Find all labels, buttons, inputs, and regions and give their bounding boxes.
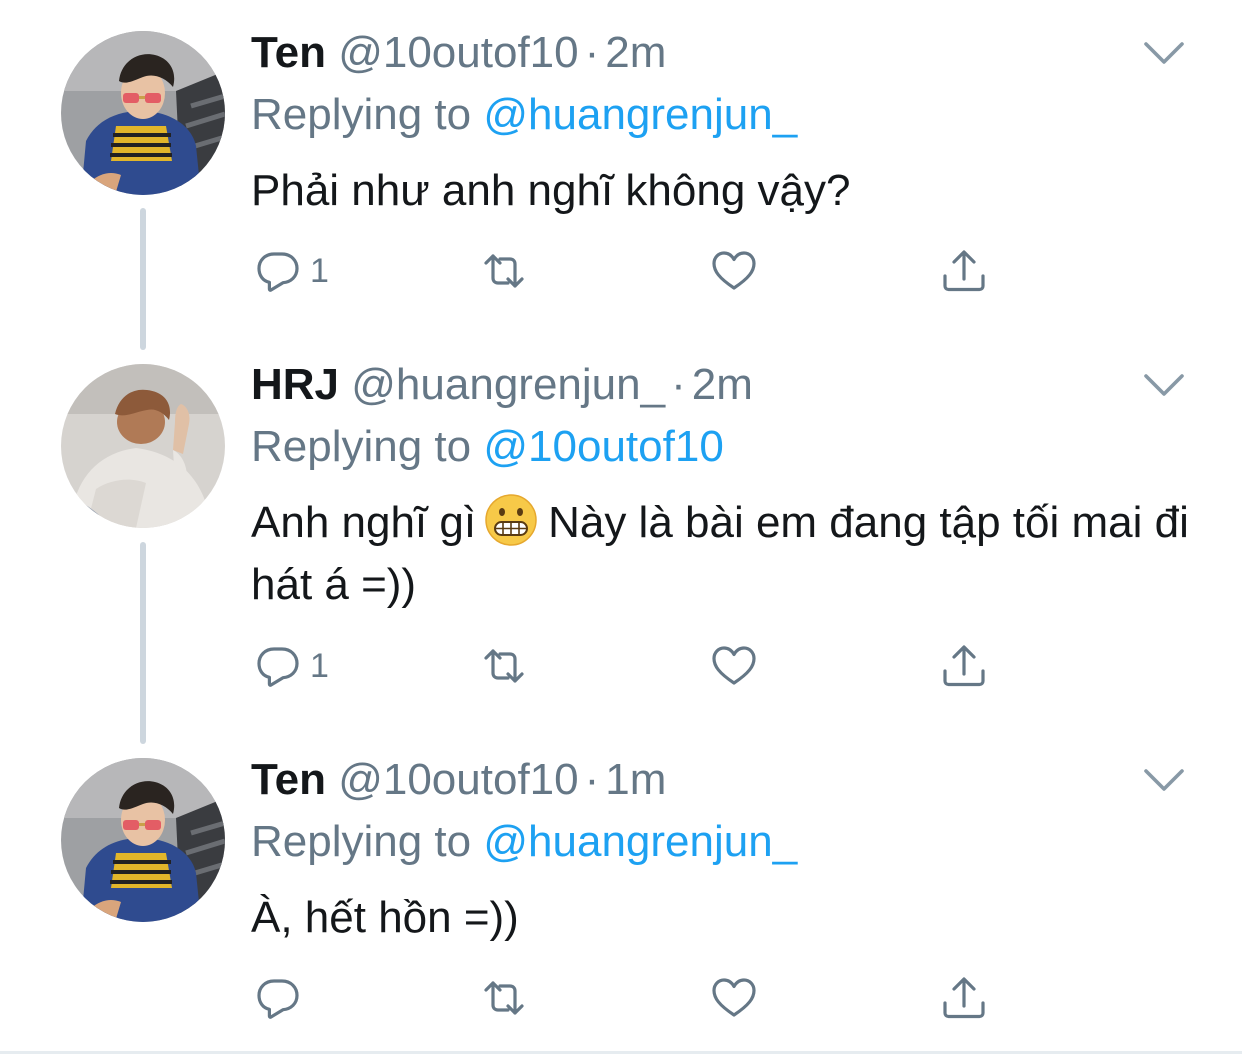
tweet-text: À, hết hồn =)) — [251, 893, 519, 942]
replying-to: Replying to @10outof10 — [251, 421, 724, 473]
user-handle[interactable]: @10outof10 — [338, 755, 578, 804]
mention-link[interactable]: @huangrenjun_ — [483, 817, 797, 866]
replying-to-label: Replying to — [251, 422, 472, 471]
separator-dot: · — [584, 28, 600, 77]
tweet-header: HRJ @huangrenjun_ · 2m — [251, 359, 753, 411]
timestamp[interactable]: 2m — [605, 28, 666, 77]
separator-dot: · — [671, 360, 686, 409]
share-button[interactable] — [940, 641, 988, 691]
tweet-text: Phải như anh nghĩ không vậy? — [251, 166, 851, 215]
avatar[interactable] — [61, 364, 225, 528]
replying-to-label: Replying to — [251, 90, 472, 139]
like-button[interactable] — [710, 641, 758, 691]
replying-to: Replying to @huangrenjun_ — [251, 89, 797, 141]
chevron-down-icon[interactable] — [1142, 370, 1186, 400]
heart-icon — [710, 974, 758, 1022]
thread-line — [140, 208, 146, 350]
mention-link[interactable]: @10outof10 — [483, 422, 723, 471]
like-button[interactable] — [710, 246, 758, 296]
like-button[interactable] — [710, 973, 758, 1023]
user-handle[interactable]: @10outof10 — [338, 28, 578, 77]
retweet-button[interactable] — [480, 973, 528, 1023]
display-name[interactable]: Ten — [251, 755, 326, 804]
retweet-icon — [480, 247, 528, 295]
retweet-icon — [480, 974, 528, 1022]
tweet-actions: 1 — [254, 246, 1014, 296]
display-name[interactable]: HRJ — [251, 360, 339, 409]
tweet-header: Ten @10outof10 · 2m — [251, 27, 666, 79]
display-name[interactable]: Ten — [251, 28, 326, 77]
timestamp[interactable]: 2m — [692, 360, 753, 409]
reply-count: 1 — [310, 251, 329, 290]
reply-icon — [254, 642, 302, 690]
retweet-icon — [480, 642, 528, 690]
retweet-button[interactable] — [480, 641, 528, 691]
tweet-actions: 1 — [254, 641, 1014, 691]
separator-dot: · — [584, 755, 600, 804]
mention-link[interactable]: @huangrenjun_ — [483, 90, 797, 139]
share-icon — [940, 247, 988, 295]
tweet-text-part: Anh nghĩ gì — [251, 498, 477, 547]
heart-icon — [710, 247, 758, 295]
reply-button[interactable] — [254, 973, 310, 1023]
share-icon — [940, 974, 988, 1022]
tweet-text: Anh nghĩ gì Này là bài em đang tập tối ma… — [251, 492, 1191, 616]
grimacing-face-emoji-icon — [484, 493, 538, 547]
tweet-actions — [254, 973, 1014, 1023]
share-button[interactable] — [940, 973, 988, 1023]
reply-button[interactable]: 1 — [254, 246, 329, 296]
reply-button[interactable]: 1 — [254, 641, 329, 691]
avatar[interactable] — [61, 758, 225, 922]
share-icon — [940, 642, 988, 690]
reply-icon — [254, 974, 302, 1022]
retweet-button[interactable] — [480, 246, 528, 296]
chevron-down-icon[interactable] — [1142, 765, 1186, 795]
share-button[interactable] — [940, 246, 988, 296]
user-handle[interactable]: @huangrenjun_ — [351, 360, 665, 409]
reply-count: 1 — [310, 646, 329, 685]
heart-icon — [710, 642, 758, 690]
replying-to-label: Replying to — [251, 817, 472, 866]
timestamp[interactable]: 1m — [605, 755, 666, 804]
replying-to: Replying to @huangrenjun_ — [251, 816, 797, 868]
thread-line — [140, 542, 146, 744]
reply-icon — [254, 247, 302, 295]
avatar[interactable] — [61, 31, 225, 195]
chevron-down-icon[interactable] — [1142, 38, 1186, 68]
tweet-header: Ten @10outof10 · 1m — [251, 754, 666, 806]
